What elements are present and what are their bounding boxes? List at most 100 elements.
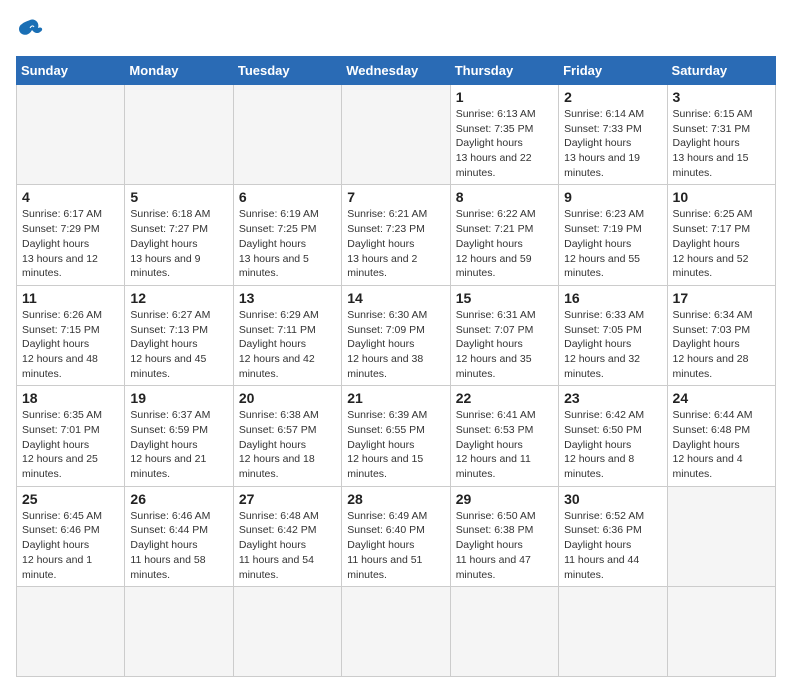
day-info: Sunrise: 6:31 AMSunset: 7:07 PMDaylight … [456,308,553,381]
calendar-cell: 23Sunrise: 6:42 AMSunset: 6:50 PMDayligh… [559,386,667,486]
calendar-cell: 6Sunrise: 6:19 AMSunset: 7:25 PMDaylight… [233,185,341,285]
calendar-cell: 22 Sunrise: 6:41 AMSunset: 6:53 PMDayligh… [450,386,558,486]
day-number: 28 [347,491,444,507]
calendar-cell [667,587,775,677]
calendar-cell [17,587,125,677]
day-info: Sunrise: 6:21 AMSunset: 7:23 PMDaylight … [347,207,444,280]
day-number: 25 [22,491,119,507]
day-number: 2 [564,89,661,105]
calendar-cell: 12 Sunrise: 6:27 AMSunset: 7:13 PMDayligh… [125,285,233,385]
calendar-cell [17,85,125,185]
day-number: 11 [22,290,119,306]
day-info: Sunrise: 6:29 AMSunset: 7:11 PMDaylight … [239,308,336,381]
day-number: 15 [456,290,553,306]
day-number: 23 [564,390,661,406]
calendar-cell [450,587,558,677]
day-number: 20 [239,390,336,406]
day-number: 7 [347,189,444,205]
calendar-cell: 5 Sunrise: 6:18 AMSunset: 7:27 PMDaylight… [125,185,233,285]
calendar-cell: 24Sunrise: 6:44 AMSunset: 6:48 PMDayligh… [667,386,775,486]
calendar-cell: 1 Sunrise: 6:13 AMSunset: 7:35 PMDaylight… [450,85,558,185]
calendar-week-row: 18Sunrise: 6:35 AMSunset: 7:01 PMDayligh… [17,386,776,486]
day-number: 27 [239,491,336,507]
day-info: Sunrise: 6:25 AMSunset: 7:17 PMDaylight … [673,207,770,280]
day-info: Sunrise: 6:41 AMSunset: 6:53 PMDaylight … [456,408,553,481]
calendar-cell [125,85,233,185]
day-info: Sunrise: 6:34 AMSunset: 7:03 PMDaylight … [673,308,770,381]
day-info: Sunrise: 6:14 AMSunset: 7:33 PMDaylight … [564,107,661,180]
header-thursday: Thursday [450,57,558,85]
calendar-cell: 29Sunrise: 6:50 AMSunset: 6:38 PMDayligh… [450,486,558,586]
day-number: 29 [456,491,553,507]
calendar-cell: 27 Sunrise: 6:48 AMSunset: 6:42 PMDayligh… [233,486,341,586]
calendar-cell: 10Sunrise: 6:25 AMSunset: 7:17 PMDayligh… [667,185,775,285]
logo [16,16,48,44]
day-number: 22 [456,390,553,406]
day-info: Sunrise: 6:30 AMSunset: 7:09 PMDaylight … [347,308,444,381]
day-info: Sunrise: 6:39 AMSunset: 6:55 PMDaylight … [347,408,444,481]
calendar-header-row: SundayMondayTuesdayWednesdayThursdayFrid… [17,57,776,85]
calendar-cell: 4Sunrise: 6:17 AMSunset: 7:29 PMDaylight… [17,185,125,285]
day-number: 12 [130,290,227,306]
calendar-cell [125,587,233,677]
day-info: Sunrise: 6:18 AMSunset: 7:27 PMDaylight … [130,207,227,280]
calendar-table: SundayMondayTuesdayWednesdayThursdayFrid… [16,56,776,677]
header-monday: Monday [125,57,233,85]
calendar-cell: 14 Sunrise: 6:30 AMSunset: 7:09 PMDayligh… [342,285,450,385]
day-info: Sunrise: 6:37 AMSunset: 6:59 PMDaylight … [130,408,227,481]
calendar-cell: 16 Sunrise: 6:33 AMSunset: 7:05 PMDayligh… [559,285,667,385]
calendar-week-row: 1 Sunrise: 6:13 AMSunset: 7:35 PMDaylight… [17,85,776,185]
header-wednesday: Wednesday [342,57,450,85]
calendar-cell: 9Sunrise: 6:23 AMSunset: 7:19 PMDaylight… [559,185,667,285]
calendar-cell [559,587,667,677]
calendar-cell: 20 Sunrise: 6:38 AMSunset: 6:57 PMDayligh… [233,386,341,486]
day-info: Sunrise: 6:27 AMSunset: 7:13 PMDaylight … [130,308,227,381]
header-friday: Friday [559,57,667,85]
day-number: 5 [130,189,227,205]
day-info: Sunrise: 6:22 AMSunset: 7:21 PMDaylight … [456,207,553,280]
day-number: 17 [673,290,770,306]
calendar-cell: 30 Sunrise: 6:52 AMSunset: 6:36 PMDayligh… [559,486,667,586]
day-number: 14 [347,290,444,306]
day-info: Sunrise: 6:15 AMSunset: 7:31 PMDaylight … [673,107,770,180]
day-info: Sunrise: 6:23 AMSunset: 7:19 PMDaylight … [564,207,661,280]
calendar-cell [342,85,450,185]
day-info: Sunrise: 6:52 AMSunset: 6:36 PMDaylight … [564,509,661,582]
day-number: 26 [130,491,227,507]
day-info: Sunrise: 6:19 AMSunset: 7:25 PMDaylight … [239,207,336,280]
day-number: 4 [22,189,119,205]
calendar-cell: 7 Sunrise: 6:21 AMSunset: 7:23 PMDaylight… [342,185,450,285]
day-info: Sunrise: 6:33 AMSunset: 7:05 PMDaylight … [564,308,661,381]
day-number: 19 [130,390,227,406]
header-tuesday: Tuesday [233,57,341,85]
day-info: Sunrise: 6:49 AMSunset: 6:40 PMDaylight … [347,509,444,582]
day-number: 1 [456,89,553,105]
day-info: Sunrise: 6:38 AMSunset: 6:57 PMDaylight … [239,408,336,481]
calendar-cell: 17 Sunrise: 6:34 AMSunset: 7:03 PMDayligh… [667,285,775,385]
calendar-week-row: 4Sunrise: 6:17 AMSunset: 7:29 PMDaylight… [17,185,776,285]
page-header [16,16,776,44]
day-number: 16 [564,290,661,306]
calendar-cell: 18Sunrise: 6:35 AMSunset: 7:01 PMDayligh… [17,386,125,486]
day-info: Sunrise: 6:26 AMSunset: 7:15 PMDaylight … [22,308,119,381]
calendar-cell: 25 Sunrise: 6:45 AMSunset: 6:46 PMDayligh… [17,486,125,586]
calendar-cell: 21Sunrise: 6:39 AMSunset: 6:55 PMDayligh… [342,386,450,486]
header-saturday: Saturday [667,57,775,85]
calendar-cell: 2 Sunrise: 6:14 AMSunset: 7:33 PMDaylight… [559,85,667,185]
calendar-week-row [17,587,776,677]
day-info: Sunrise: 6:48 AMSunset: 6:42 PMDaylight … [239,509,336,582]
calendar-cell: 15 Sunrise: 6:31 AMSunset: 7:07 PMDayligh… [450,285,558,385]
calendar-cell [342,587,450,677]
day-info: Sunrise: 6:45 AMSunset: 6:46 PMDaylight … [22,509,119,582]
calendar-cell: 3Sunrise: 6:15 AMSunset: 7:31 PMDaylight… [667,85,775,185]
day-number: 30 [564,491,661,507]
calendar-cell [233,587,341,677]
day-number: 24 [673,390,770,406]
logo-bird-icon [16,16,44,44]
day-number: 8 [456,189,553,205]
day-number: 18 [22,390,119,406]
day-info: Sunrise: 6:13 AMSunset: 7:35 PMDaylight … [456,107,553,180]
calendar-cell [667,486,775,586]
day-info: Sunrise: 6:46 AMSunset: 6:44 PMDaylight … [130,509,227,582]
calendar-week-row: 25 Sunrise: 6:45 AMSunset: 6:46 PMDayligh… [17,486,776,586]
